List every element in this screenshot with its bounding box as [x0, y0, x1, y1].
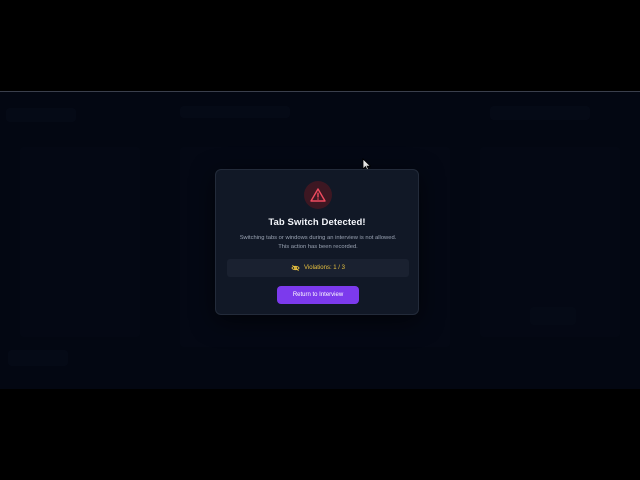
warning-icon-badge — [304, 181, 332, 209]
eye-off-icon — [291, 264, 300, 272]
violations-text: Violations: 1 / 3 — [304, 265, 345, 271]
violations-counter: Violations: 1 / 3 — [227, 259, 409, 277]
modal-title: Tab Switch Detected! — [268, 217, 366, 228]
letterbox-bottom — [0, 389, 640, 480]
letterbox-top — [0, 0, 640, 91]
warning-triangle-icon — [310, 188, 326, 202]
modal-message: Switching tabs or windows during an inte… — [239, 235, 397, 250]
tab-switch-warning-modal: Tab Switch Detected! Switching tabs or w… — [215, 169, 419, 315]
return-to-interview-button[interactable]: Return to Interview — [277, 286, 359, 304]
app-frame: Tab Switch Detected! Switching tabs or w… — [0, 91, 640, 389]
